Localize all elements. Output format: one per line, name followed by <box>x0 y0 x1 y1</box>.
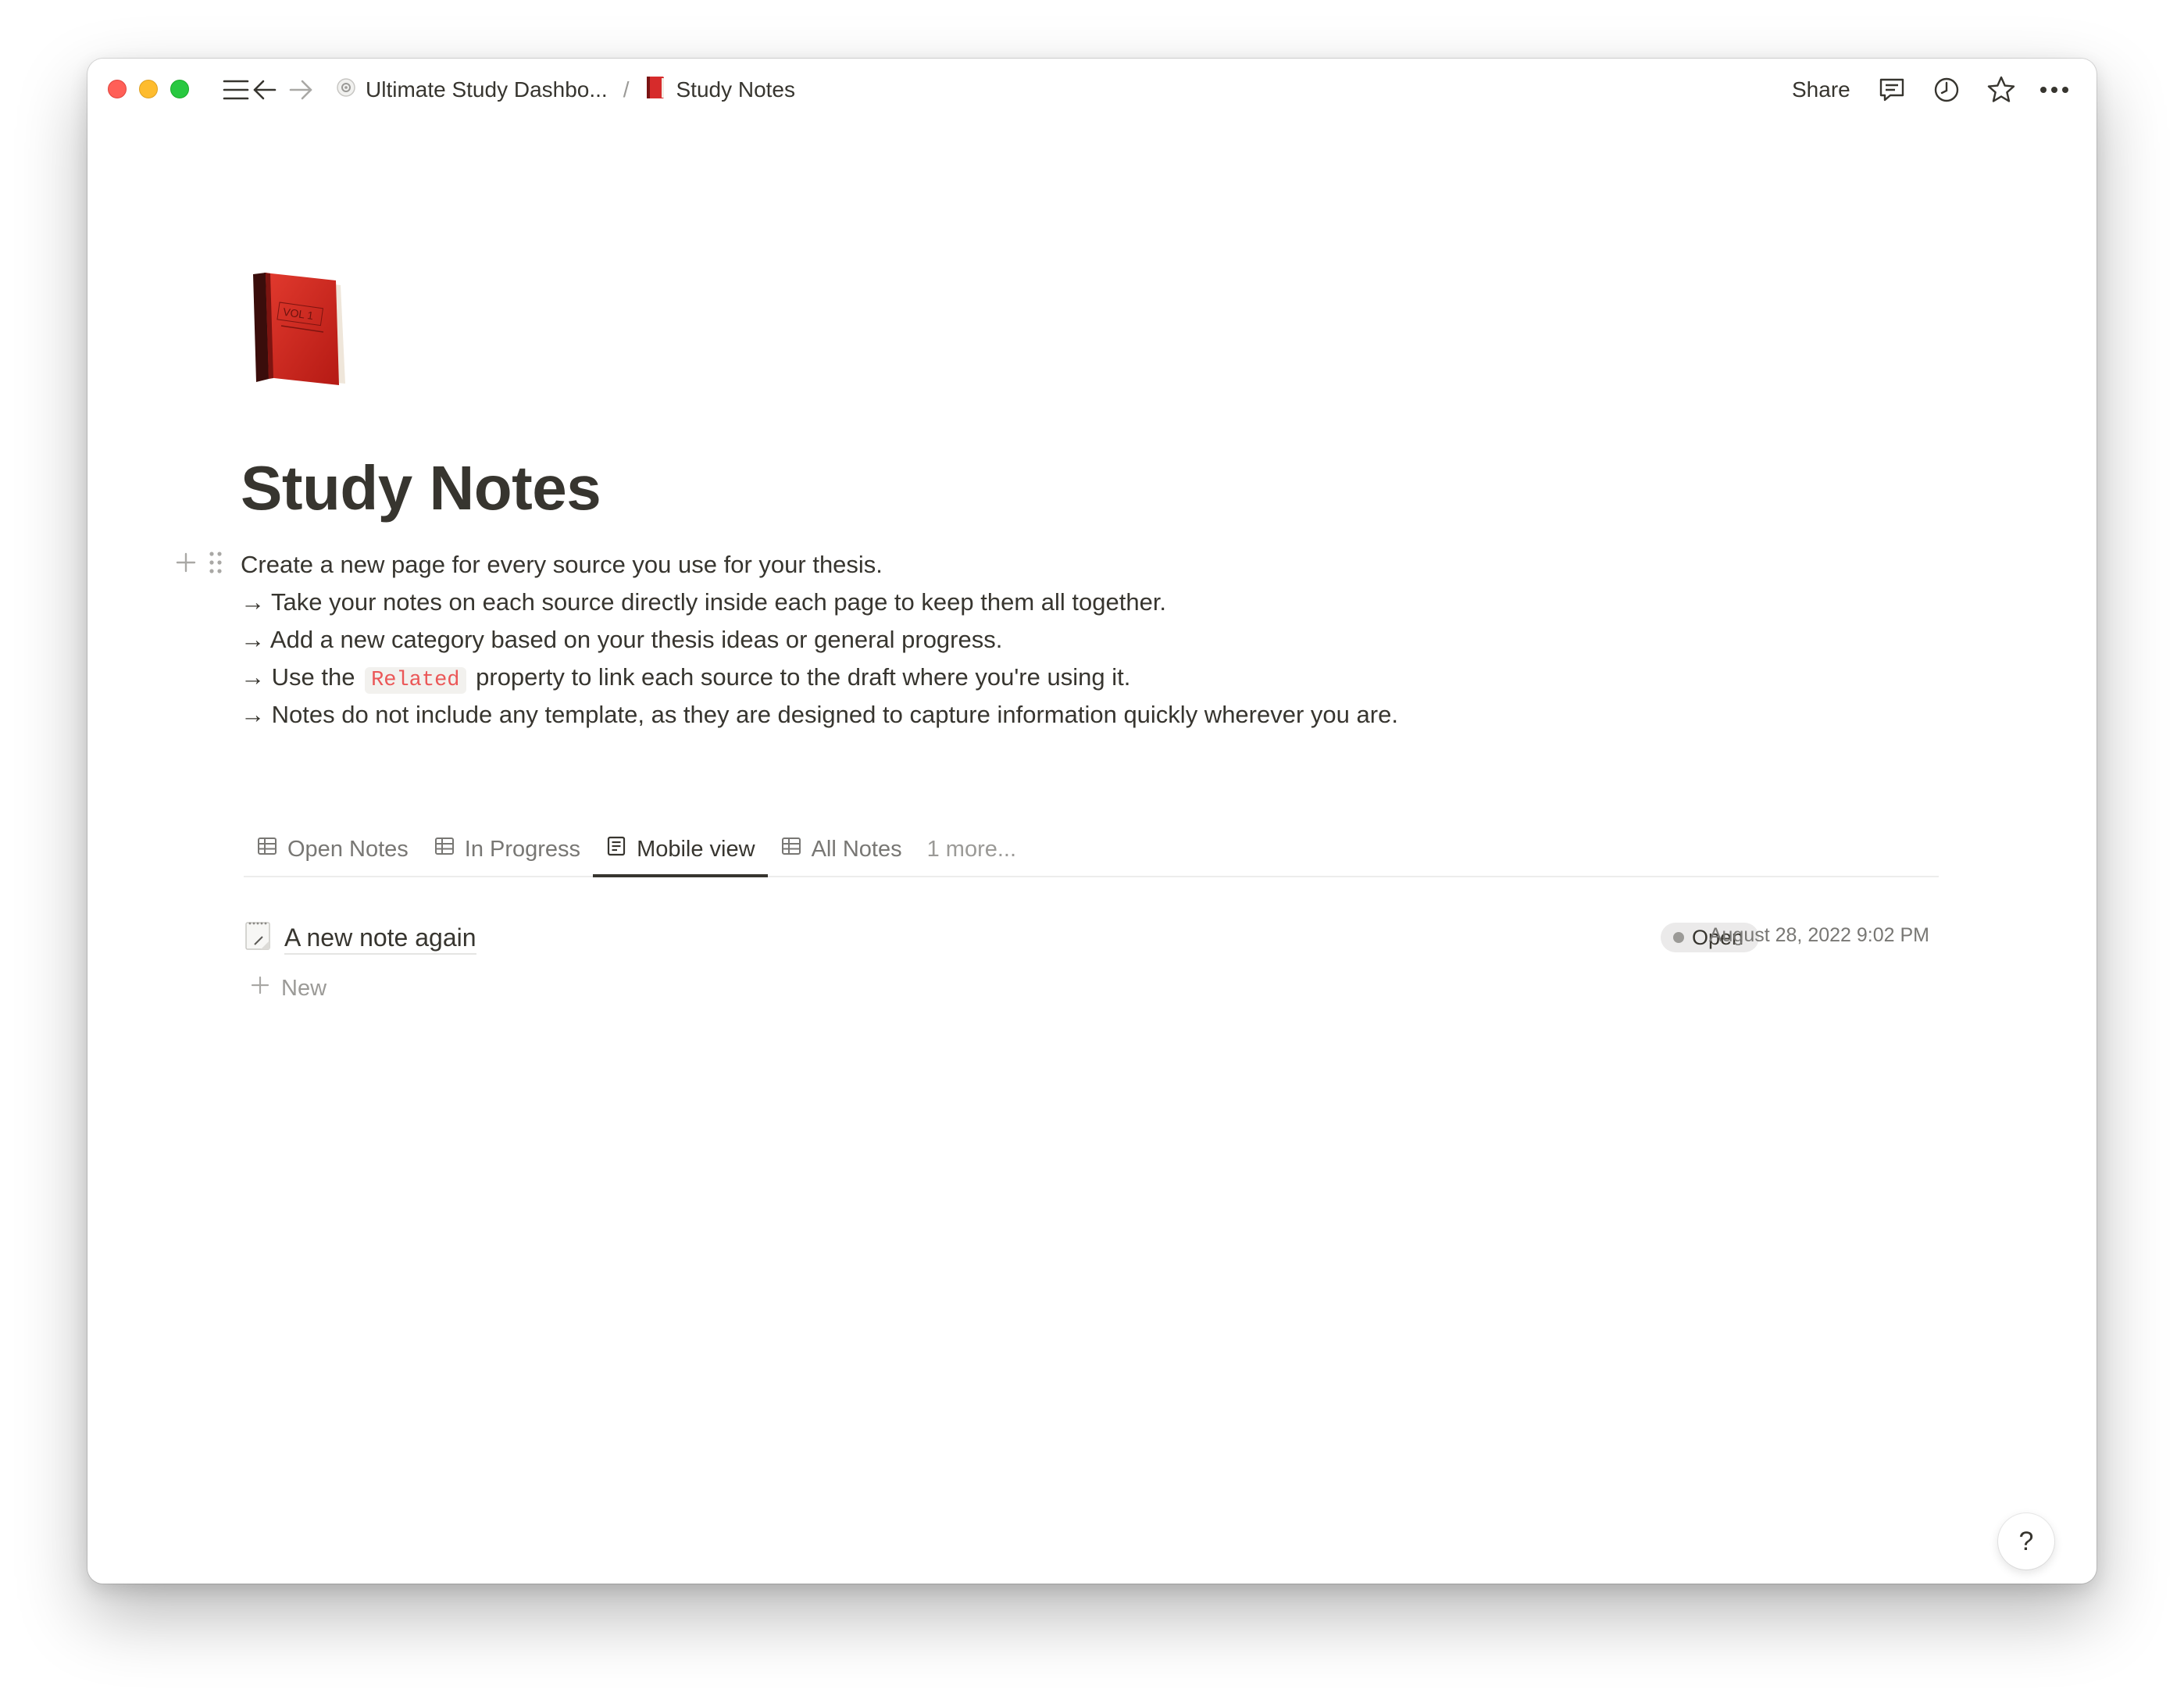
database-view-tabs: Open Notes In Progress Mobile view All N… <box>244 832 1939 877</box>
tab-label: In Progress <box>464 836 581 862</box>
app-window: Ultimate Study Dashbo... / Study Notes S… <box>87 59 2097 1584</box>
help-button[interactable]: ? <box>1998 1513 2054 1570</box>
inline-code-related: Related <box>365 667 466 694</box>
description-line: → Take your notes on each source directl… <box>241 588 1167 616</box>
breadcrumb-label: Study Notes <box>676 77 796 102</box>
drag-handle-icon[interactable] <box>208 551 223 578</box>
forward-arrow-icon[interactable] <box>287 76 316 104</box>
more-options-icon[interactable] <box>2037 74 2072 105</box>
breadcrumb-separator: / <box>623 77 630 102</box>
comments-icon[interactable] <box>1876 74 1907 105</box>
description-text: → Use the <box>241 663 355 691</box>
notepad-icon <box>244 920 272 957</box>
description-text: property to link each source to the draf… <box>476 663 1131 691</box>
tab-mobile-view[interactable]: Mobile view <box>593 832 768 877</box>
breadcrumb-item-dashboard[interactable]: Ultimate Study Dashbo... <box>336 77 608 103</box>
page-icon-red-book[interactable]: VOL 1 <box>248 268 358 393</box>
title-bar: Ultimate Study Dashbo... / Study Notes S… <box>87 59 2097 120</box>
tab-label: All Notes <box>811 836 902 862</box>
tab-in-progress[interactable]: In Progress <box>421 832 593 866</box>
page-title[interactable]: Study Notes <box>241 449 601 527</box>
sidebar-menu-icon[interactable] <box>222 76 250 104</box>
back-arrow-icon[interactable] <box>250 76 278 104</box>
history-clock-icon[interactable] <box>1931 74 1962 105</box>
block-controls <box>175 551 223 578</box>
more-views-button[interactable]: 1 more... <box>915 832 1029 866</box>
breadcrumb-label: Ultimate Study Dashbo... <box>366 77 608 102</box>
page-description[interactable]: Create a new page for every source you u… <box>241 546 1398 734</box>
tab-all-notes[interactable]: All Notes <box>768 832 915 866</box>
add-new-item-button[interactable]: New <box>250 971 327 1005</box>
share-button[interactable]: Share <box>1792 73 1850 107</box>
dashboard-page-icon <box>336 77 356 103</box>
list-view-icon <box>605 835 627 863</box>
plus-icon <box>250 975 270 1002</box>
description-line: → Use the Related property to link each … <box>241 659 1398 696</box>
status-dot-icon <box>1673 932 1684 943</box>
table-icon <box>780 835 802 863</box>
window-minimize-button[interactable] <box>139 80 158 98</box>
new-label: New <box>281 975 327 1001</box>
breadcrumb-item-study-notes[interactable]: Study Notes <box>644 75 795 105</box>
note-title[interactable]: A new note again <box>244 920 476 957</box>
tab-open-notes[interactable]: Open Notes <box>244 832 421 866</box>
window-close-button[interactable] <box>108 80 127 98</box>
table-icon <box>256 835 278 863</box>
table-icon <box>434 835 455 863</box>
tab-label: Mobile view <box>637 836 755 862</box>
window-maximize-button[interactable] <box>170 80 189 98</box>
add-block-plus-icon[interactable] <box>175 552 197 577</box>
tab-label: Open Notes <box>287 836 409 862</box>
note-created-date: August 28, 2022 9:02 PM <box>1708 924 1929 946</box>
breadcrumb: Ultimate Study Dashbo... / Study Notes <box>336 74 795 105</box>
list-item[interactable]: A new note again Open August 28, 2022 9:… <box>244 915 1939 962</box>
red-book-icon <box>644 75 666 105</box>
description-line: → Notes do not include any template, as … <box>241 701 1398 728</box>
description-line: → Add a new category based on your thesi… <box>241 626 1003 653</box>
favorite-star-icon[interactable] <box>1986 74 2017 105</box>
note-title-text: A new note again <box>284 922 476 955</box>
description-line: Create a new page for every source you u… <box>241 551 883 578</box>
